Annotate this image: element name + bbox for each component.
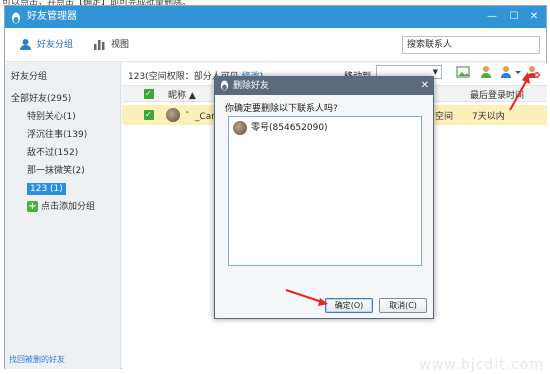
add-group-label: 点击添加分组: [41, 202, 96, 212]
avatar: [166, 108, 180, 122]
dialog-title: 删除好友: [233, 81, 270, 91]
manage-contacts-icon[interactable]: [500, 65, 522, 81]
sidebar-item-fuchen[interactable]: 浮沉往事(139): [5, 127, 120, 143]
plus-icon: +: [27, 201, 38, 212]
chevron-down-icon: ▼: [432, 68, 438, 76]
tab-view[interactable]: 视图: [93, 37, 129, 53]
sidebar-item-smile[interactable]: 那一抹微笑(2): [5, 163, 120, 179]
add-group-button[interactable]: + 点击添加分组: [27, 201, 95, 213]
tab-friend-groups-label: 好友分组: [37, 40, 74, 50]
tab-friend-groups[interactable]: 好友分组: [19, 37, 73, 53]
avatar: [233, 121, 247, 135]
sidebar-item-label: 浮沉往事(139): [27, 130, 88, 140]
column-nickname[interactable]: 昵称 ▲: [168, 88, 196, 101]
sidebar-item-label: 全部好友(295): [11, 94, 72, 104]
sidebar-item-label: 123 (1): [27, 183, 66, 195]
qq-penguin-icon: [220, 80, 229, 98]
search-input[interactable]: 搜索联系人: [402, 36, 540, 54]
dialog-titlebar: 删除好友 ✕: [215, 77, 433, 95]
maximize-button[interactable]: ☐: [504, 6, 524, 28]
sidebar-item-123[interactable]: 123 (1): [5, 181, 120, 197]
tab-view-label: 视图: [111, 40, 130, 50]
sidebar-item-label: 特别关心(1): [27, 112, 76, 122]
sidebar-item-all-friends[interactable]: 全部好友(295): [5, 91, 120, 107]
select-all-checkbox[interactable]: [144, 89, 154, 99]
group-sidebar: 好友分组 全部好友(295) 特别关心(1) 浮沉往事(139) 敌不过(152…: [5, 63, 121, 369]
delete-friend-dialog: 删除好友 ✕ 你确定要删除以下联系人吗? 零号(854652090) 确定(O)…: [214, 76, 434, 319]
sidebar-item-label: 敌不过(152): [27, 148, 79, 158]
row-checkbox[interactable]: [144, 110, 154, 120]
image-icon[interactable]: [456, 65, 472, 81]
dialog-question: 你确定要删除以下联系人吗?: [225, 104, 338, 114]
close-button[interactable]: ✕: [524, 6, 544, 28]
row-last-login: 7天以内: [472, 112, 505, 122]
list-item[interactable]: 零号(854652090): [233, 121, 328, 135]
minimize-button[interactable]: —: [482, 6, 502, 28]
column-last-login[interactable]: 最后登录时间: [470, 88, 524, 101]
delete-friend-icon[interactable]: [526, 65, 542, 81]
row-space: 空间: [435, 112, 454, 122]
window-title: 好友管理器: [27, 11, 77, 22]
dialog-close-button[interactable]: ✕: [421, 77, 429, 95]
window-titlebar: 好友管理器 — ☐ ✕: [5, 6, 546, 28]
cancel-button[interactable]: 取消(C): [379, 298, 427, 313]
add-friend-icon[interactable]: [480, 65, 496, 81]
sidebar-item-special[interactable]: 特别关心(1): [5, 109, 120, 125]
find-deleted-friends-link[interactable]: 找回被删的好友: [9, 354, 65, 365]
confirm-button[interactable]: 确定(O): [325, 298, 373, 313]
sidebar-item-dibuguo[interactable]: 敌不过(152): [5, 145, 120, 161]
contact-list: 零号(854652090): [228, 116, 422, 266]
toolbar: 好友分组 视图 搜索联系人: [5, 28, 546, 62]
contact-name: 零号(854652090): [251, 123, 328, 133]
sidebar-title: 好友分组: [11, 72, 48, 82]
sidebar-item-label: 那一抹微笑(2): [27, 166, 85, 176]
watermark: www.bjcdit.com: [419, 357, 544, 373]
bar-chart-icon: [94, 40, 105, 50]
user-icon: [20, 39, 31, 50]
